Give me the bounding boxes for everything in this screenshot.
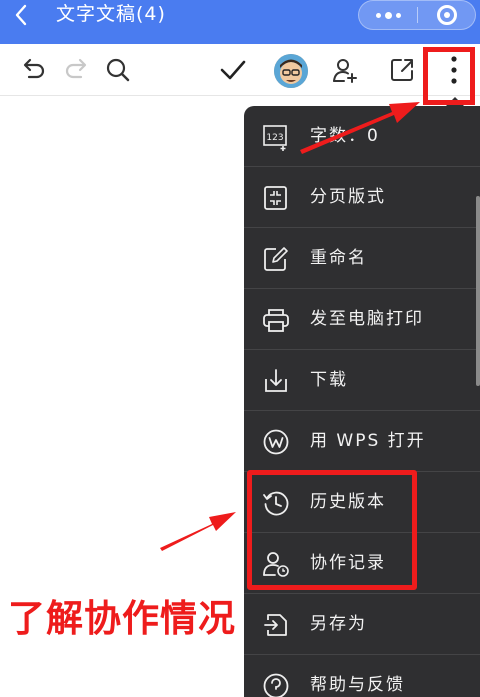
download-icon — [262, 367, 290, 395]
check-icon[interactable] — [218, 56, 248, 88]
annotation-callout: 了解协作情况 — [8, 597, 236, 640]
arrow-to-collab — [160, 512, 236, 551]
share-icon[interactable] — [388, 56, 416, 88]
menu-item-help[interactable]: 帮助与反馈 — [244, 655, 480, 697]
page-layout-icon — [262, 184, 290, 212]
menu-item-label: 分页版式 — [310, 187, 386, 207]
menu-item-label: 发至电脑打印 — [310, 309, 424, 329]
highlight-box-collab — [247, 470, 417, 590]
wps-icon — [262, 428, 290, 456]
menu-item-rename[interactable]: 重命名 — [244, 228, 480, 289]
menu-item-label: 另存为 — [310, 614, 367, 634]
menu-scrollbar[interactable] — [476, 196, 480, 386]
menu-item-label: 帮助与反馈 — [310, 675, 405, 695]
rename-icon — [262, 245, 290, 273]
word-count-icon: 123 — [262, 123, 290, 151]
help-icon — [262, 672, 290, 697]
search-icon[interactable] — [104, 56, 132, 88]
mini-program-capsule — [358, 0, 476, 30]
menu-item-word-count[interactable]: 123 字数：0 — [244, 106, 480, 167]
menu-item-label: 字数：0 — [310, 126, 380, 146]
save-as-icon — [262, 611, 290, 639]
menu-item-label: 重命名 — [310, 248, 367, 268]
undo-icon[interactable] — [20, 56, 48, 88]
menu-item-download[interactable]: 下载 — [244, 350, 480, 411]
menu-item-save-as[interactable]: 另存为 — [244, 594, 480, 655]
add-user-icon[interactable] — [330, 56, 360, 90]
chevron-left-icon[interactable] — [14, 3, 28, 31]
redo-icon[interactable] — [62, 56, 90, 88]
document-title: 文字文稿(4) — [56, 3, 166, 25]
menu-item-label: 用 WPS 打开 — [310, 431, 426, 451]
more-menu: 123 字数：0 分页版式 重命名 发至电脑打印 下载 用 WPS 打开 历史版… — [244, 106, 480, 697]
menu-item-print[interactable]: 发至电脑打印 — [244, 289, 480, 350]
target-close-icon[interactable] — [437, 5, 457, 25]
highlight-box-more — [423, 47, 475, 105]
svg-text:123: 123 — [266, 133, 283, 143]
menu-item-open-wps[interactable]: 用 WPS 打开 — [244, 411, 480, 472]
menu-item-label: 下载 — [310, 370, 348, 390]
editor-toolbar — [0, 44, 480, 96]
more-dots-icon[interactable] — [359, 1, 417, 29]
capsule-divider — [417, 7, 418, 23]
title-bar: 文字文稿(4) — [0, 0, 480, 44]
printer-icon — [262, 306, 290, 334]
avatar[interactable] — [274, 54, 308, 88]
menu-item-page-layout[interactable]: 分页版式 — [244, 167, 480, 228]
